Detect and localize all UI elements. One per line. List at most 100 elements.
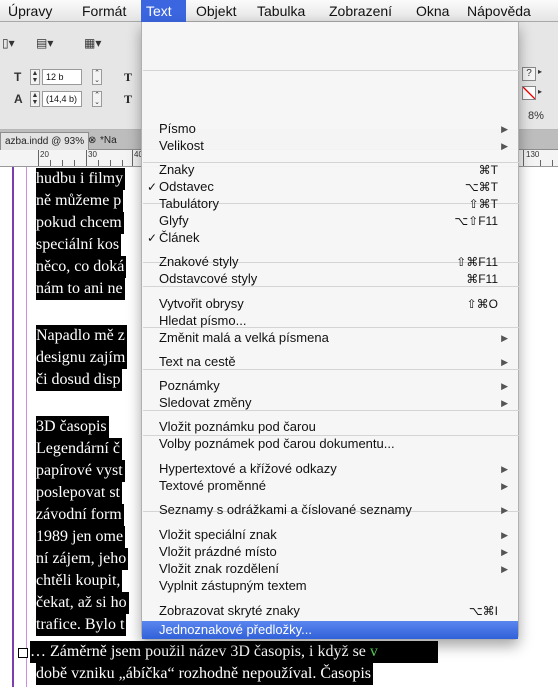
ruler-tick bbox=[86, 150, 87, 166]
menu-format[interactable]: Formát bbox=[80, 0, 136, 22]
menu-item-label: Hledat písmo... bbox=[159, 313, 247, 328]
menu-item-7[interactable]: Znakové styly ⇧⌘F11 bbox=[142, 254, 518, 270]
menu-okna[interactable]: Okna bbox=[416, 0, 458, 22]
menu-item-23[interactable]: Vyplnit zástupným textem bbox=[142, 578, 518, 594]
menu-item-9[interactable]: Vytvořit obrysy ⇧⌘O bbox=[142, 296, 518, 312]
text-line-empty[interactable] bbox=[36, 391, 38, 413]
text-cursor-box bbox=[18, 648, 28, 658]
menu-upravy[interactable]: Úpravy bbox=[4, 0, 64, 22]
menu-item-16[interactable]: Volby poznámek pod čarou dokumentu... bbox=[142, 436, 518, 452]
menu-item-17[interactable]: Hypertextové a křížové odkazy ▶ bbox=[142, 461, 518, 477]
text-line[interactable]: … Záměrně jsem použil název 3D časopis, … bbox=[30, 641, 438, 663]
menu-item-22[interactable]: Vložit znak rozdělení ▶ bbox=[142, 561, 518, 577]
tab-current-document[interactable]: azba.indd @ 93% bbox=[0, 132, 90, 150]
submenu-arrow-icon: ▶ bbox=[501, 464, 508, 474]
text-line[interactable]: 3D časopis bbox=[36, 416, 109, 438]
text-line[interactable]: chtěli koupit, bbox=[36, 570, 123, 592]
menu-item-11[interactable]: Změnit malá a velká písmena ▶ bbox=[142, 330, 518, 346]
submenu-arrow-icon: ▶ bbox=[501, 481, 508, 491]
submenu-arrow-icon: ▶ bbox=[501, 357, 508, 367]
menu-item-shortcut: ⌥⇧F11 bbox=[454, 214, 498, 228]
leading-field[interactable]: (14,4 b) bbox=[42, 91, 82, 107]
ruler-tick bbox=[74, 160, 75, 166]
text-line[interactable]: papírové vyst bbox=[36, 460, 125, 482]
menu-napoveda[interactable]: Nápověda bbox=[467, 0, 547, 22]
text-line[interactable]: ně můžeme p bbox=[36, 190, 124, 212]
stroke-none-icon[interactable] bbox=[522, 86, 536, 100]
menu-item-label: Hypertextové a křížové odkazy bbox=[159, 461, 337, 476]
text-line[interactable]: 1989 jen ome bbox=[36, 526, 126, 548]
menu-item-shortcut: ⌥⌘I bbox=[468, 604, 498, 618]
font-size-dropdown[interactable]: ⌃ ⌄ bbox=[92, 69, 102, 85]
submenu-arrow-icon: ▶ bbox=[501, 505, 508, 515]
ruler-tick bbox=[132, 150, 133, 166]
menu-item-0[interactable]: Písmo ▶ bbox=[142, 121, 518, 137]
text-line[interactable]: závodní form bbox=[36, 504, 124, 526]
menu-item-label: Tabulátory bbox=[159, 196, 219, 211]
text-line[interactable]: čekat, až si ho bbox=[36, 592, 129, 614]
tab-other-document[interactable]: *Na bbox=[96, 132, 121, 150]
menu-text[interactable]: Text bbox=[141, 0, 186, 22]
menu-objekt[interactable]: Objekt bbox=[196, 0, 250, 22]
menu-item-12[interactable]: Text na cestě ▶ bbox=[142, 354, 518, 370]
text-line[interactable]: speciální kos bbox=[36, 234, 122, 256]
menu-item-24[interactable]: Zobrazovat skryté znaky ⌥⌘I bbox=[142, 603, 518, 619]
text-line[interactable]: hudbu i filmy bbox=[36, 168, 126, 190]
text-line[interactable]: ní zájem, jeho bbox=[36, 548, 129, 570]
menu-item-10[interactable]: Hledat písmo... bbox=[142, 313, 518, 329]
stroke-arrow-icon[interactable]: ▸ bbox=[538, 87, 542, 96]
frame-tool-icon[interactable]: ▯▾ bbox=[2, 36, 15, 50]
text-line[interactable]: trafice. Bylo t bbox=[36, 614, 127, 636]
panel-button-icon[interactable]: ? bbox=[522, 67, 536, 81]
text-line[interactable]: pokud chcem bbox=[36, 212, 124, 234]
align-tool-icon[interactable]: ▤▾ bbox=[36, 36, 53, 50]
menu-item-4[interactable]: Tabulátory ⇧⌘T bbox=[142, 196, 518, 212]
text-line-empty[interactable] bbox=[36, 300, 38, 322]
grid-tool-icon[interactable]: ▦▾ bbox=[84, 36, 101, 50]
menu-item-label: Článek bbox=[159, 230, 200, 245]
menu-item-25[interactable]: Jednoznakové předložky... bbox=[142, 621, 518, 639]
text-line[interactable]: poslepovat st bbox=[36, 482, 122, 504]
text-line[interactable]: Legendární č bbox=[36, 438, 122, 460]
submenu-arrow-icon: ▶ bbox=[501, 333, 508, 343]
panel-arrow-icon[interactable]: ▸ bbox=[538, 67, 542, 76]
text-line[interactable]: či dosud disp bbox=[36, 369, 123, 391]
leading-stepper[interactable]: ▲ ▼ bbox=[30, 91, 40, 107]
text-line[interactable]: něco, co doká bbox=[36, 256, 127, 278]
menu-item-label: Písmo bbox=[159, 121, 196, 136]
menu-item-5[interactable]: Glyfy ⌥⇧F11 bbox=[142, 213, 518, 229]
menu-item-shortcut: ⌘F11 bbox=[466, 272, 498, 286]
font-size-stepper[interactable]: ▲ ▼ bbox=[30, 69, 40, 85]
menu-item-8[interactable]: Odstavcové styly ⌘F11 bbox=[142, 271, 518, 287]
menu-item-label: Znakové styly bbox=[159, 254, 239, 269]
text-line[interactable]: Napadlo mě z bbox=[36, 325, 127, 347]
submenu-arrow-icon: ▶ bbox=[501, 564, 508, 574]
menu-item-14[interactable]: Sledovat změny ▶ bbox=[142, 395, 518, 411]
menu-item-19[interactable]: Seznamy s odrážkami a číslované seznamy ▶ bbox=[142, 502, 518, 518]
menu-item-1[interactable]: Velikost ▶ bbox=[142, 138, 518, 154]
checkmark-icon: ✓ bbox=[147, 231, 158, 245]
text-line[interactable]: době vzniku „ábíčka“ rozhodně nepoužíval… bbox=[36, 663, 373, 685]
font-size-field[interactable]: 12 b bbox=[42, 69, 82, 85]
menu-item-6[interactable]: ✓ Článek bbox=[142, 230, 518, 246]
menu-item-21[interactable]: Vložit prázdné místo ▶ bbox=[142, 544, 518, 560]
ruler-tick bbox=[110, 160, 111, 166]
menu-separator bbox=[143, 70, 519, 71]
menu-item-13[interactable]: Poznámky ▶ bbox=[142, 378, 518, 394]
menu-item-label: Seznamy s odrážkami a číslované seznamy bbox=[159, 502, 412, 517]
menu-item-18[interactable]: Textové proměnné ▶ bbox=[142, 478, 518, 494]
menu-item-3[interactable]: ✓ Odstavec ⌥⌘T bbox=[142, 179, 518, 195]
menu-item-label: Vyplnit zástupným textem bbox=[159, 578, 307, 593]
leading-dropdown[interactable]: ⌃ ⌄ bbox=[92, 91, 102, 107]
text-line[interactable]: designu zajím bbox=[36, 347, 128, 369]
menu-item-label: Glyfy bbox=[159, 213, 189, 228]
submenu-arrow-icon: ▶ bbox=[501, 381, 508, 391]
menu-item-2[interactable]: Znaky ⌘T bbox=[142, 162, 518, 178]
menu-zobrazeni[interactable]: Zobrazení bbox=[329, 0, 409, 22]
menu-item-20[interactable]: Vložit speciální znak ▶ bbox=[142, 527, 518, 543]
menu-item-15[interactable]: Vložit poznámku pod čarou bbox=[142, 419, 518, 435]
text-line[interactable]: nám to ani ne bbox=[36, 278, 125, 300]
menu-tabulka[interactable]: Tabulka bbox=[257, 0, 319, 22]
ruler-tick bbox=[38, 150, 39, 166]
ruler-tick bbox=[552, 160, 553, 166]
